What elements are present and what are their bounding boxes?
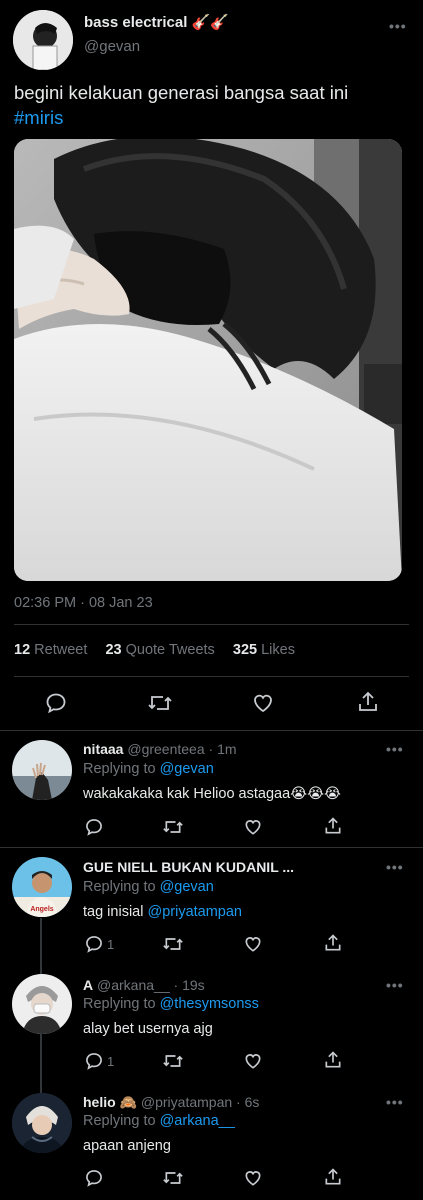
like-icon[interactable] (243, 817, 263, 837)
reply-author-name[interactable]: GUE NIELL BUKAN KUDANIL ... (83, 859, 294, 875)
reply-author-handle[interactable]: @greenteea (127, 741, 204, 757)
reply-icon[interactable] (84, 934, 104, 954)
replying-to-link[interactable]: @gevan (160, 761, 214, 777)
likes-label: Likes (261, 642, 295, 658)
reply-author-name[interactable]: A (83, 977, 93, 993)
share-icon[interactable] (323, 933, 343, 953)
author-name-emoji: 🎸🎸 (191, 14, 229, 31)
reply-icon[interactable] (84, 817, 104, 837)
author-avatar[interactable] (13, 10, 73, 70)
tweet-photo[interactable] (14, 139, 402, 581)
more-options-icon[interactable]: ••• (386, 741, 404, 757)
reply-author-handle[interactable]: @arkana__ (97, 977, 170, 993)
share-icon[interactable] (323, 1050, 343, 1070)
header-separator: · (236, 1094, 241, 1110)
quote-label: Quote Tweets (125, 642, 215, 658)
tweet-stats: 12 Retweet 23 Quote Tweets 325 Likes (14, 642, 295, 658)
reply-author-name[interactable]: nitaaa (83, 741, 123, 757)
retweet-label: Retweet (34, 642, 88, 658)
reply-icon[interactable] (84, 1168, 104, 1188)
likes-stat[interactable]: 325 Likes (233, 642, 295, 658)
reply-avatar[interactable] (12, 974, 72, 1034)
retweet-icon[interactable] (147, 691, 173, 715)
likes-count: 325 (232, 642, 258, 658)
reply-header: nitaaa @greenteea · 1m (83, 741, 237, 757)
replying-to-label: Replying to (83, 1113, 156, 1129)
reply-header: helio 🙈 @priyatampan · 6s (83, 1094, 259, 1111)
reply-text: apaan anjeng (83, 1138, 171, 1154)
reply-author-name[interactable]: helio 🙈 (83, 1094, 137, 1110)
reply-text: alay bet usernya ajg (83, 1021, 213, 1037)
replying-to-link[interactable]: @gevan (160, 879, 214, 895)
reply-text: wakakakaka kak Helioo astagaa😭😭😭 (83, 786, 341, 802)
like-icon[interactable] (243, 1168, 263, 1188)
reply-text: tag inisial @priyatampan (83, 904, 242, 920)
reply-author-handle[interactable]: @priyatampan (141, 1094, 232, 1110)
tweet-timestamp[interactable]: 02:36 PM · 08 Jan 23 (14, 595, 153, 611)
svg-text:Angels: Angels (30, 906, 53, 913)
reply-text-prefix: tag inisial (83, 904, 144, 920)
replying-to-link[interactable]: @thesymsonss (160, 996, 259, 1012)
reply-time: 6s (244, 1094, 260, 1110)
reply-avatar[interactable] (12, 1093, 72, 1153)
divider (14, 676, 409, 677)
retweet-stat[interactable]: 12 Retweet (14, 642, 87, 658)
like-icon[interactable] (251, 691, 275, 715)
replying-to-label: Replying to (83, 879, 156, 895)
reply-time: 19s (182, 977, 205, 993)
more-options-icon[interactable]: ••• (386, 859, 404, 875)
reply-icon[interactable] (44, 691, 68, 715)
more-options-icon[interactable]: ••• (389, 18, 407, 34)
more-options-icon[interactable]: ••• (386, 1094, 404, 1110)
reply-count: 1 (107, 937, 115, 952)
reply-icon[interactable] (84, 1051, 104, 1071)
retweet-icon[interactable] (162, 1051, 184, 1071)
like-icon[interactable] (243, 1051, 263, 1071)
replying-to-label: Replying to (83, 996, 156, 1012)
divider (0, 730, 423, 731)
replying-to: Replying to @arkana__ (83, 1113, 235, 1129)
tweet-text: begini kelakuan generasi bangsa saat ini… (14, 80, 409, 130)
share-icon[interactable] (323, 1167, 343, 1187)
author-handle[interactable]: @gevan (84, 38, 140, 55)
divider (14, 624, 409, 625)
quote-count: 23 (105, 642, 122, 658)
header-separator: · (173, 977, 179, 993)
thread-line (40, 1032, 42, 1096)
retweet-icon[interactable] (162, 817, 184, 837)
like-icon[interactable] (243, 934, 263, 954)
header-separator: · (208, 741, 214, 757)
reply-header: A @arkana__ · 19s (83, 977, 205, 993)
retweet-icon[interactable] (162, 1168, 184, 1188)
share-icon[interactable] (323, 816, 343, 836)
divider (0, 847, 423, 848)
replying-to-link[interactable]: @arkana__ (160, 1113, 235, 1129)
replying-to: Replying to @thesymsonss (83, 996, 259, 1012)
author-name-row[interactable]: bass electrical 🎸🎸 (84, 13, 229, 31)
share-icon[interactable] (356, 690, 380, 714)
thread-line (40, 918, 42, 980)
reply-time: 1m (217, 741, 237, 757)
hashtag-link[interactable]: #miris (14, 107, 63, 128)
retweet-icon[interactable] (162, 934, 184, 954)
reply-avatar[interactable]: Angels (12, 857, 72, 917)
mention-link[interactable]: @priyatampan (147, 904, 242, 920)
author-display-name[interactable]: bass electrical (84, 14, 187, 31)
reply-avatar[interactable] (12, 740, 72, 800)
replying-to: Replying to @gevan (83, 879, 214, 895)
reply-count: 1 (107, 1054, 115, 1069)
replying-to-label: Replying to (83, 761, 156, 777)
replying-to: Replying to @gevan (83, 761, 214, 777)
tweet-body: begini kelakuan generasi bangsa saat ini (14, 82, 349, 103)
retweet-count: 12 (14, 642, 31, 658)
quote-stat[interactable]: 23 Quote Tweets (105, 642, 214, 658)
more-options-icon[interactable]: ••• (386, 977, 404, 993)
